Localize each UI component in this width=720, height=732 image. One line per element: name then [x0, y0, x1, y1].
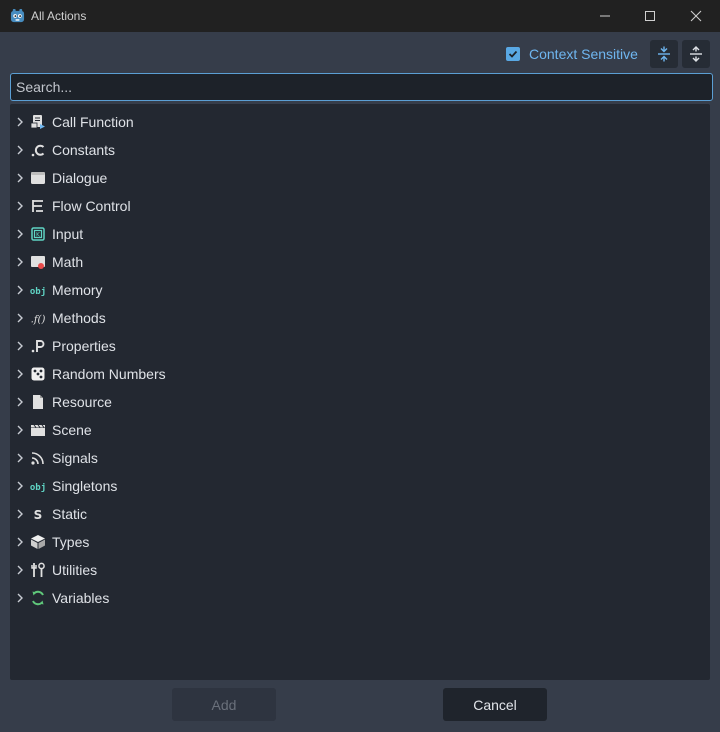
tree-item-label: Constants	[52, 142, 116, 158]
chevron-right-icon[interactable]	[15, 256, 25, 268]
tree-item-signals[interactable]: Signals	[10, 444, 710, 472]
maximize-icon	[645, 11, 655, 21]
dialog-content: Context Sensitive Search... Call Functio…	[0, 32, 720, 732]
add-button[interactable]: Add	[172, 688, 276, 721]
dialogue-icon	[31, 172, 45, 184]
chevron-right-icon[interactable]	[15, 200, 25, 212]
constants-icon	[31, 144, 45, 157]
expand-all-icon	[690, 46, 702, 62]
chevron-right-icon[interactable]	[15, 284, 25, 296]
tree-item-properties[interactable]: Properties	[10, 332, 710, 360]
tree-item-random-numbers[interactable]: Random Numbers	[10, 360, 710, 388]
chevron-right-icon[interactable]	[15, 452, 25, 464]
tree-item-memory[interactable]: obj Memory	[10, 276, 710, 304]
tree-item-constants[interactable]: Constants	[10, 136, 710, 164]
tree-item-label: Properties	[52, 338, 116, 354]
svg-text:S: S	[34, 508, 43, 522]
collapse-all-button[interactable]	[650, 40, 678, 68]
math-icon	[31, 256, 45, 269]
tree-item-label: Call Function	[52, 114, 134, 130]
chevron-right-icon[interactable]	[15, 508, 25, 520]
dice-icon	[31, 367, 45, 381]
tree-item-label: Static	[52, 506, 88, 522]
tree-item-label: Methods	[52, 310, 106, 326]
memory-icon: obj	[30, 286, 46, 297]
context-sensitive-toggle[interactable]: Context Sensitive	[506, 46, 638, 62]
tree-item-singletons[interactable]: obj Singletons	[10, 472, 710, 500]
call-function-icon	[30, 115, 45, 129]
chevron-right-icon[interactable]	[15, 480, 25, 492]
methods-icon: .f()	[31, 315, 46, 326]
checkmark-icon	[508, 50, 518, 58]
chevron-right-icon[interactable]	[15, 396, 25, 408]
context-sensitive-checkbox[interactable]	[506, 47, 520, 61]
tree-item-label: Utilities	[52, 562, 98, 578]
tree-item-flow-control[interactable]: Flow Control	[10, 192, 710, 220]
input-icon: K	[31, 227, 45, 241]
tree-item-math[interactable]: Math	[10, 248, 710, 276]
tree-item-label: Singletons	[52, 478, 118, 494]
tree-item-label: Types	[52, 534, 90, 550]
tree-item-label: Memory	[52, 282, 103, 298]
actions-tree[interactable]: Call Function Constants Dialogue Flow Co…	[10, 104, 710, 680]
tree-item-call-function[interactable]: Call Function	[10, 108, 710, 136]
context-sensitive-label[interactable]: Context Sensitive	[529, 46, 638, 62]
static-icon: S	[34, 508, 43, 522]
window-title: All Actions	[31, 9, 87, 23]
chevron-right-icon[interactable]	[15, 144, 25, 156]
svg-text:.f(): .f()	[31, 315, 46, 326]
chevron-right-icon[interactable]	[15, 368, 25, 380]
signals-icon	[31, 452, 44, 465]
godot-icon	[10, 8, 25, 23]
chevron-right-icon[interactable]	[15, 312, 25, 324]
chevron-right-icon[interactable]	[15, 116, 25, 128]
tree-item-resource[interactable]: Resource	[10, 388, 710, 416]
tree-item-utilities[interactable]: Utilities	[10, 556, 710, 584]
scene-icon	[31, 424, 45, 436]
close-button[interactable]	[673, 0, 719, 32]
tree-item-label: Signals	[52, 450, 98, 466]
svg-text:obj: obj	[30, 286, 46, 297]
cancel-button[interactable]: Cancel	[443, 688, 547, 721]
tree-item-label: Scene	[52, 422, 92, 438]
tree-item-static[interactable]: S Static	[10, 500, 710, 528]
chevron-right-icon[interactable]	[15, 592, 25, 604]
chevron-right-icon[interactable]	[15, 340, 25, 352]
tree-item-label: Dialogue	[52, 170, 108, 186]
tree-item-label: Random Numbers	[52, 366, 166, 382]
tree-item-types[interactable]: Types	[10, 528, 710, 556]
svg-text:obj: obj	[30, 482, 46, 493]
tree-item-label: Variables	[52, 590, 110, 606]
minimize-icon	[600, 15, 610, 17]
close-icon	[690, 10, 702, 22]
flow-control-icon	[32, 200, 43, 212]
title-bar[interactable]: All Actions	[0, 0, 720, 32]
all-actions-dialog: All Actions Context Sensitive Search... …	[0, 0, 720, 732]
utilities-icon	[31, 562, 45, 577]
tree-item-input[interactable]: K Input	[10, 220, 710, 248]
properties-icon	[31, 340, 45, 353]
minimize-button[interactable]	[582, 0, 628, 32]
tree-item-label: Input	[52, 226, 84, 242]
tree-item-methods[interactable]: .f() Methods	[10, 304, 710, 332]
expand-all-button[interactable]	[682, 40, 710, 68]
collapse-all-icon	[658, 46, 670, 62]
singletons-icon: obj	[30, 482, 46, 493]
chevron-right-icon[interactable]	[15, 228, 25, 240]
tree-item-label: Math	[52, 254, 84, 270]
variables-icon	[32, 590, 44, 606]
types-icon	[31, 535, 45, 549]
tree-item-label: Resource	[52, 394, 112, 410]
resource-icon	[33, 395, 43, 409]
chevron-right-icon[interactable]	[15, 536, 25, 548]
maximize-button[interactable]	[627, 0, 673, 32]
chevron-right-icon[interactable]	[15, 172, 25, 184]
tree-item-label: Flow Control	[52, 198, 131, 214]
tree-item-dialogue[interactable]: Dialogue	[10, 164, 710, 192]
tree-item-scene[interactable]: Scene	[10, 416, 710, 444]
tree-item-variables[interactable]: Variables	[10, 584, 710, 612]
search-input[interactable]	[10, 73, 713, 101]
chevron-right-icon[interactable]	[15, 424, 25, 436]
chevron-right-icon[interactable]	[15, 564, 25, 576]
